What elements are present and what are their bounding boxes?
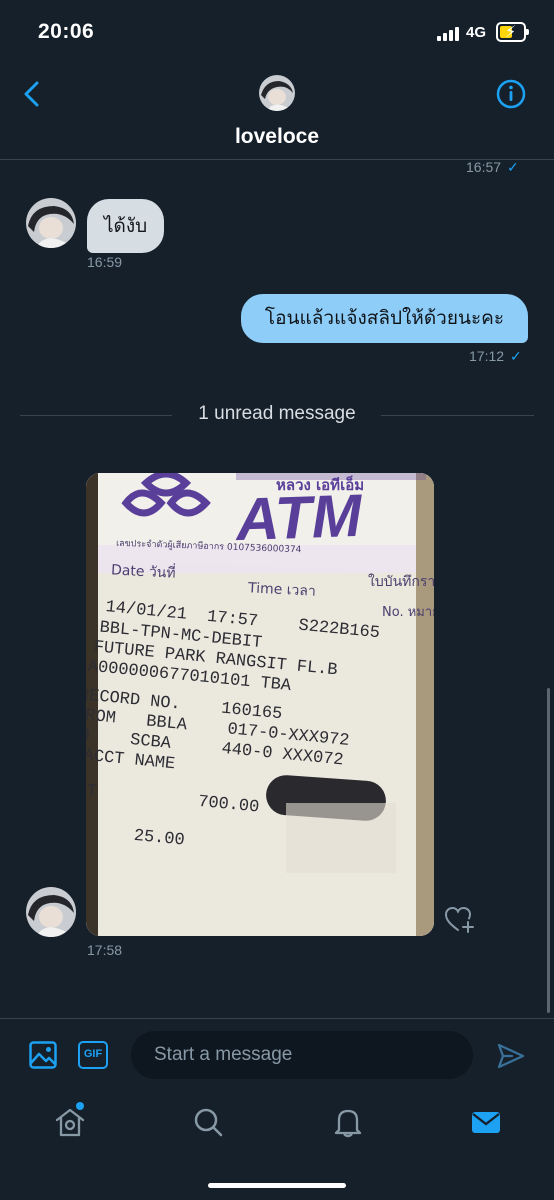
outgoing-message-bubble[interactable]: โอนแล้วแจ้งสลิปให้ด้วยนะคะ bbox=[241, 294, 528, 343]
message-timestamp: 16:57 ✓ bbox=[466, 159, 519, 175]
status-time: 20:06 bbox=[38, 20, 95, 43]
bottom-tab-bar bbox=[0, 1090, 554, 1200]
search-icon[interactable] bbox=[192, 1106, 224, 1138]
image-icon[interactable] bbox=[29, 1041, 57, 1069]
sender-avatar[interactable] bbox=[26, 887, 76, 937]
add-reaction-heart-icon[interactable] bbox=[444, 905, 476, 933]
status-bar: 20:06 4G ⚡ bbox=[0, 0, 554, 62]
header-avatar[interactable] bbox=[259, 75, 295, 111]
home-indicator bbox=[208, 1183, 346, 1188]
message-timestamp: 16:59 bbox=[87, 254, 123, 270]
notification-dot bbox=[76, 1102, 84, 1110]
incoming-message-bubble[interactable]: ได้งับ bbox=[87, 199, 165, 253]
back-arrow-icon[interactable] bbox=[20, 80, 44, 108]
sender-avatar[interactable] bbox=[26, 198, 76, 248]
home-icon[interactable] bbox=[54, 1106, 86, 1138]
read-check-icon: ✓ bbox=[510, 348, 522, 364]
signal-icon bbox=[437, 27, 459, 41]
message-timestamp: 17:58 bbox=[87, 942, 123, 958]
read-check-icon: ✓ bbox=[507, 159, 519, 175]
notifications-bell-icon[interactable] bbox=[332, 1106, 364, 1138]
messages-mail-icon[interactable] bbox=[470, 1106, 502, 1138]
conversation-username[interactable]: loveloce bbox=[0, 125, 554, 149]
scrollbar[interactable] bbox=[547, 688, 550, 1013]
info-icon[interactable] bbox=[496, 79, 526, 109]
gif-icon[interactable]: GIF bbox=[78, 1041, 108, 1069]
message-input[interactable]: Start a message bbox=[131, 1031, 473, 1079]
message-timestamp: 17:12 ✓ bbox=[469, 348, 522, 364]
message-composer: GIF Start a message bbox=[0, 1018, 554, 1090]
unread-divider: 1 unread message bbox=[20, 400, 534, 430]
unread-divider-label: 1 unread message bbox=[198, 403, 356, 424]
send-icon[interactable] bbox=[496, 1041, 526, 1071]
network-label: 4G bbox=[466, 24, 487, 41]
battery-icon: ⚡ bbox=[496, 22, 529, 42]
receipt-photo[interactable]: หลวง เอทีเอ็ม ATM เลขประจำตัวผู้เสียภาษี… bbox=[86, 473, 434, 936]
conversation-header: loveloce bbox=[0, 62, 554, 160]
